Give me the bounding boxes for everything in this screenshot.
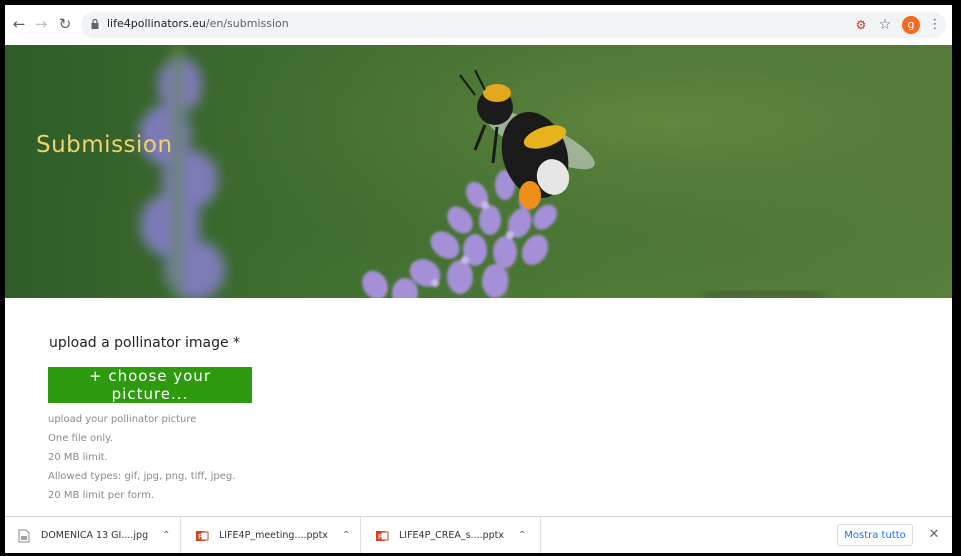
extension-icon[interactable]: ⚙ xyxy=(852,16,870,34)
download-filename: LIFE4P_meeting....pptx xyxy=(219,530,328,541)
chevron-up-icon[interactable]: ⌃ xyxy=(518,530,526,541)
powerpoint-icon: P xyxy=(376,530,389,541)
help-text: 20 MB limit per form. xyxy=(48,490,155,501)
reload-icon[interactable]: ↻ xyxy=(55,14,75,34)
help-text: 20 MB limit. xyxy=(48,452,108,463)
download-item[interactable]: P LIFE4P_CREA_s....pptx ⌃ xyxy=(361,517,541,553)
hero-banner: Submission xyxy=(5,45,952,298)
help-text: Allowed types: gif, jpg, png, tiff, jpeg… xyxy=(48,471,236,482)
star-icon[interactable]: ☆ xyxy=(876,16,894,34)
download-bar: DOMENICA 13 GI....jpg ⌃ P LIFE4P_meeting… xyxy=(5,516,952,553)
page-title: Submission xyxy=(36,132,173,158)
help-text: upload your pollinator picture xyxy=(48,414,197,425)
more-menu-icon[interactable]: ⋮ xyxy=(926,16,944,34)
show-all-button[interactable]: Mostra tutto xyxy=(837,524,913,546)
lock-icon xyxy=(91,19,99,29)
chevron-up-icon[interactable]: ⌃ xyxy=(342,530,350,541)
browser-window: ← → ↻ life4pollinators.eu/en/submission … xyxy=(5,5,952,553)
url-domain: life4pollinators.eu xyxy=(107,17,206,30)
chevron-up-icon[interactable]: ⌃ xyxy=(162,530,170,541)
forward-arrow-icon[interactable]: → xyxy=(31,14,51,34)
close-icon[interactable]: ✕ xyxy=(925,525,943,545)
svg-text:P: P xyxy=(198,533,202,541)
download-filename: DOMENICA 13 GI....jpg xyxy=(41,530,149,541)
svg-text:P: P xyxy=(378,533,382,541)
download-filename: LIFE4P_CREA_s....pptx xyxy=(399,530,505,541)
powerpoint-icon: P xyxy=(196,530,209,541)
help-text: One file only. xyxy=(48,433,113,444)
browser-toolbar: ← → ↻ life4pollinators.eu/en/submission … xyxy=(5,5,952,46)
upload-label: upload a pollinator image * xyxy=(49,335,241,351)
url-path: /en/submission xyxy=(205,17,289,30)
url-text: life4pollinators.eu/en/submission xyxy=(107,17,289,30)
address-bar[interactable]: life4pollinators.eu/en/submission ⚙ ☆ g … xyxy=(81,12,946,38)
download-item[interactable]: DOMENICA 13 GI....jpg ⌃ xyxy=(5,517,181,553)
profile-avatar[interactable]: g xyxy=(902,16,920,34)
back-arrow-icon[interactable]: ← xyxy=(9,14,29,34)
choose-picture-button[interactable]: + choose your picture... xyxy=(48,367,252,403)
image-file-icon xyxy=(18,529,30,542)
bee-on-lavender-image xyxy=(5,45,952,298)
download-item[interactable]: P LIFE4P_meeting....pptx ⌃ xyxy=(181,517,361,553)
